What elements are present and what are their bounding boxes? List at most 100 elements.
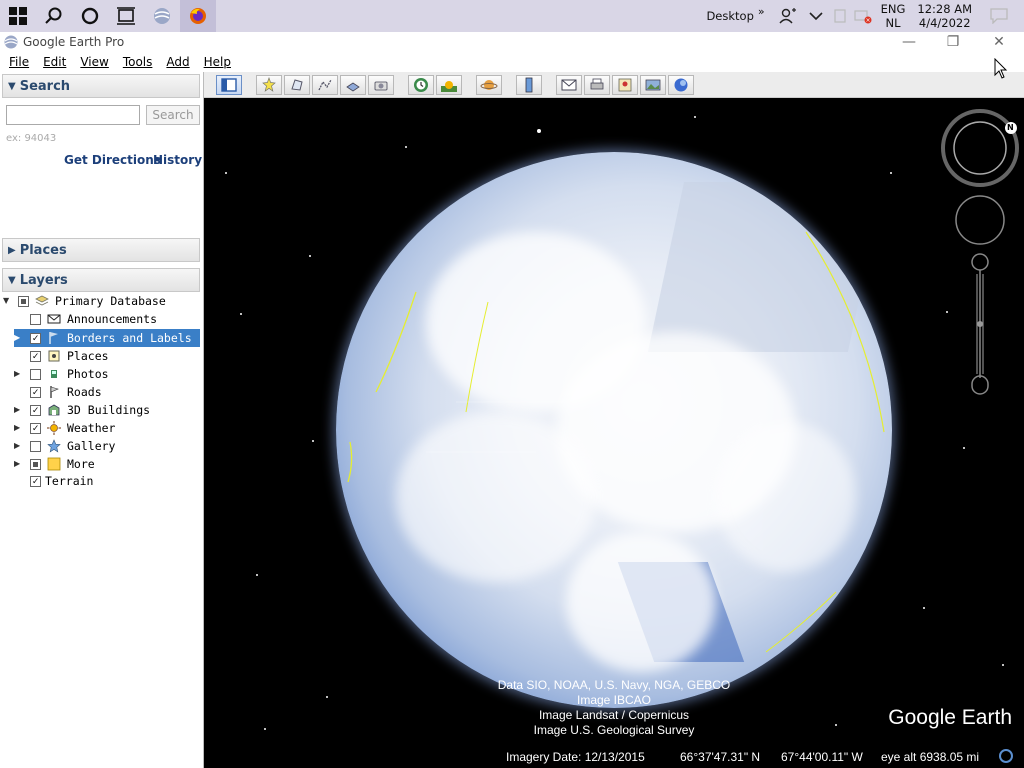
- restore-button[interactable]: ❐: [930, 32, 976, 52]
- map-pin-icon: [618, 78, 632, 92]
- cortana-button[interactable]: [72, 0, 108, 32]
- add-path-button[interactable]: [312, 75, 338, 95]
- record-tour-button[interactable]: [368, 75, 394, 95]
- save-image-button[interactable]: [640, 75, 666, 95]
- planets-button[interactable]: [476, 75, 502, 95]
- print-button[interactable]: [584, 75, 610, 95]
- layer-checkbox[interactable]: [30, 458, 41, 470]
- compass-control[interactable]: [940, 108, 1020, 188]
- layer-primary-database[interactable]: Primary Database: [18, 292, 166, 310]
- email-button[interactable]: [556, 75, 582, 95]
- taskbar-search-button[interactable]: [36, 0, 72, 32]
- layers-panel-header[interactable]: ▼ Layers: [2, 268, 200, 292]
- layer-checkbox[interactable]: [30, 313, 41, 325]
- taskbar-app-firefox[interactable]: [180, 0, 216, 32]
- longitude-readout: 67°44'00.11" W: [781, 750, 863, 764]
- task-view-button[interactable]: [108, 0, 144, 32]
- notifications-icon[interactable]: [990, 8, 1008, 24]
- layer-borders-and-labels[interactable]: ✓ Borders and Labels: [14, 329, 200, 347]
- layer-checkbox[interactable]: ✓: [30, 404, 41, 416]
- tray-app-icon[interactable]: [833, 8, 847, 24]
- earth-3d-view[interactable]: N Data SIO, NOAA, U.S. Navy, NGA, GEBCO …: [204, 98, 1024, 768]
- get-directions-link[interactable]: Get Directions: [64, 153, 161, 167]
- ruler-button[interactable]: [516, 75, 542, 95]
- toolbar-expand-chevron[interactable]: »: [758, 5, 765, 18]
- sidebar-toggle-button[interactable]: [216, 75, 242, 95]
- view-in-maps-button[interactable]: [612, 75, 638, 95]
- menu-edit[interactable]: Edit: [38, 55, 71, 69]
- tree-collapse-icon[interactable]: ▼: [3, 296, 9, 305]
- add-polygon-button[interactable]: [284, 75, 310, 95]
- historical-imagery-button[interactable]: [408, 75, 434, 95]
- menu-view[interactable]: View: [75, 55, 113, 69]
- earth-button[interactable]: [668, 75, 694, 95]
- search-panel-header[interactable]: ▼ Search: [2, 74, 200, 98]
- menu-help[interactable]: Help: [199, 55, 236, 69]
- tree-expand-icon[interactable]: ▶: [14, 459, 20, 468]
- svg-text:×: ×: [865, 17, 870, 24]
- layer-checkbox[interactable]: [30, 368, 41, 380]
- language-indicator-top[interactable]: ENG: [881, 2, 906, 16]
- layer-announcements[interactable]: Announcements: [30, 310, 157, 328]
- tree-expand-icon[interactable]: ▶: [14, 423, 20, 432]
- star: [256, 574, 258, 576]
- menu-file[interactable]: File: [4, 55, 34, 69]
- layer-roads[interactable]: ✓ Roads: [30, 383, 102, 401]
- layer-checkbox[interactable]: [30, 440, 41, 452]
- tree-expand-icon[interactable]: ▶: [14, 369, 20, 378]
- layers-panel-title: Layers: [19, 272, 68, 288]
- chevron-down-icon[interactable]: [809, 11, 823, 21]
- firefox-icon: [190, 8, 206, 24]
- layer-places[interactable]: ✓ Places: [30, 347, 109, 365]
- zoom-slider[interactable]: [968, 252, 992, 398]
- compass-north-label[interactable]: N: [1007, 123, 1014, 132]
- window-title: Google Earth Pro: [23, 35, 125, 49]
- language-indicator-bottom[interactable]: NL: [886, 16, 901, 30]
- menu-add[interactable]: Add: [161, 55, 194, 69]
- history-link[interactable]: History: [153, 153, 202, 167]
- places-panel-header[interactable]: ▶ Places: [2, 238, 200, 262]
- star: [225, 172, 227, 174]
- layer-checkbox[interactable]: ✓: [30, 350, 41, 362]
- layer-3d-buildings[interactable]: ✓ 3D Buildings: [30, 401, 150, 419]
- layer-more[interactable]: More: [30, 455, 95, 473]
- search-button[interactable]: Search: [146, 105, 200, 125]
- add-image-overlay-button[interactable]: [340, 75, 366, 95]
- tree-expand-icon[interactable]: ▶: [14, 441, 20, 450]
- clock-time[interactable]: 12:28 AM: [917, 2, 972, 16]
- start-button[interactable]: [0, 0, 36, 32]
- network-disconnected-icon[interactable]: ×: [853, 8, 873, 24]
- tree-expand-icon[interactable]: ▶: [14, 333, 20, 342]
- layer-weather[interactable]: ✓ Weather: [30, 419, 115, 437]
- search-input[interactable]: [6, 105, 140, 125]
- add-placemark-button[interactable]: [256, 75, 282, 95]
- envelope-icon: [47, 312, 61, 326]
- sunlight-button[interactable]: [436, 75, 462, 95]
- desktop-toolbar-label[interactable]: Desktop: [706, 9, 753, 23]
- loading-indicator-icon: [999, 749, 1013, 763]
- layer-photos[interactable]: Photos: [30, 365, 109, 383]
- layer-gallery[interactable]: Gallery: [30, 437, 115, 455]
- clock-date[interactable]: 4/4/2022: [919, 16, 971, 30]
- toolbar: [204, 72, 1024, 98]
- look-joystick[interactable]: [953, 193, 1007, 247]
- sidebar: ▼ Search Search ex: 94043 Get Directions…: [0, 72, 204, 768]
- image-overlay-icon: [346, 82, 360, 92]
- building-icon: [47, 403, 61, 417]
- latitude-readout: 66°37'47.31" N: [680, 750, 761, 764]
- minimize-button[interactable]: —: [886, 32, 932, 52]
- layer-terrain[interactable]: ✓ Terrain: [30, 472, 93, 490]
- layer-checkbox[interactable]: ✓: [30, 422, 41, 434]
- globe[interactable]: [336, 152, 892, 708]
- close-button[interactable]: ✕: [976, 32, 1022, 52]
- taskbar-app-google-earth[interactable]: [144, 0, 180, 32]
- layer-checkbox[interactable]: ✓: [30, 386, 41, 398]
- layer-checkbox[interactable]: ✓: [30, 475, 41, 487]
- menu-tools[interactable]: Tools: [118, 55, 158, 69]
- layer-checkbox[interactable]: ✓: [30, 332, 41, 344]
- cortana-circle-icon: [81, 7, 99, 25]
- menu-bar: File Edit View Tools Add Help: [0, 52, 1024, 72]
- layer-checkbox[interactable]: [18, 295, 29, 307]
- people-icon[interactable]: [779, 7, 797, 25]
- tree-expand-icon[interactable]: ▶: [14, 405, 20, 414]
